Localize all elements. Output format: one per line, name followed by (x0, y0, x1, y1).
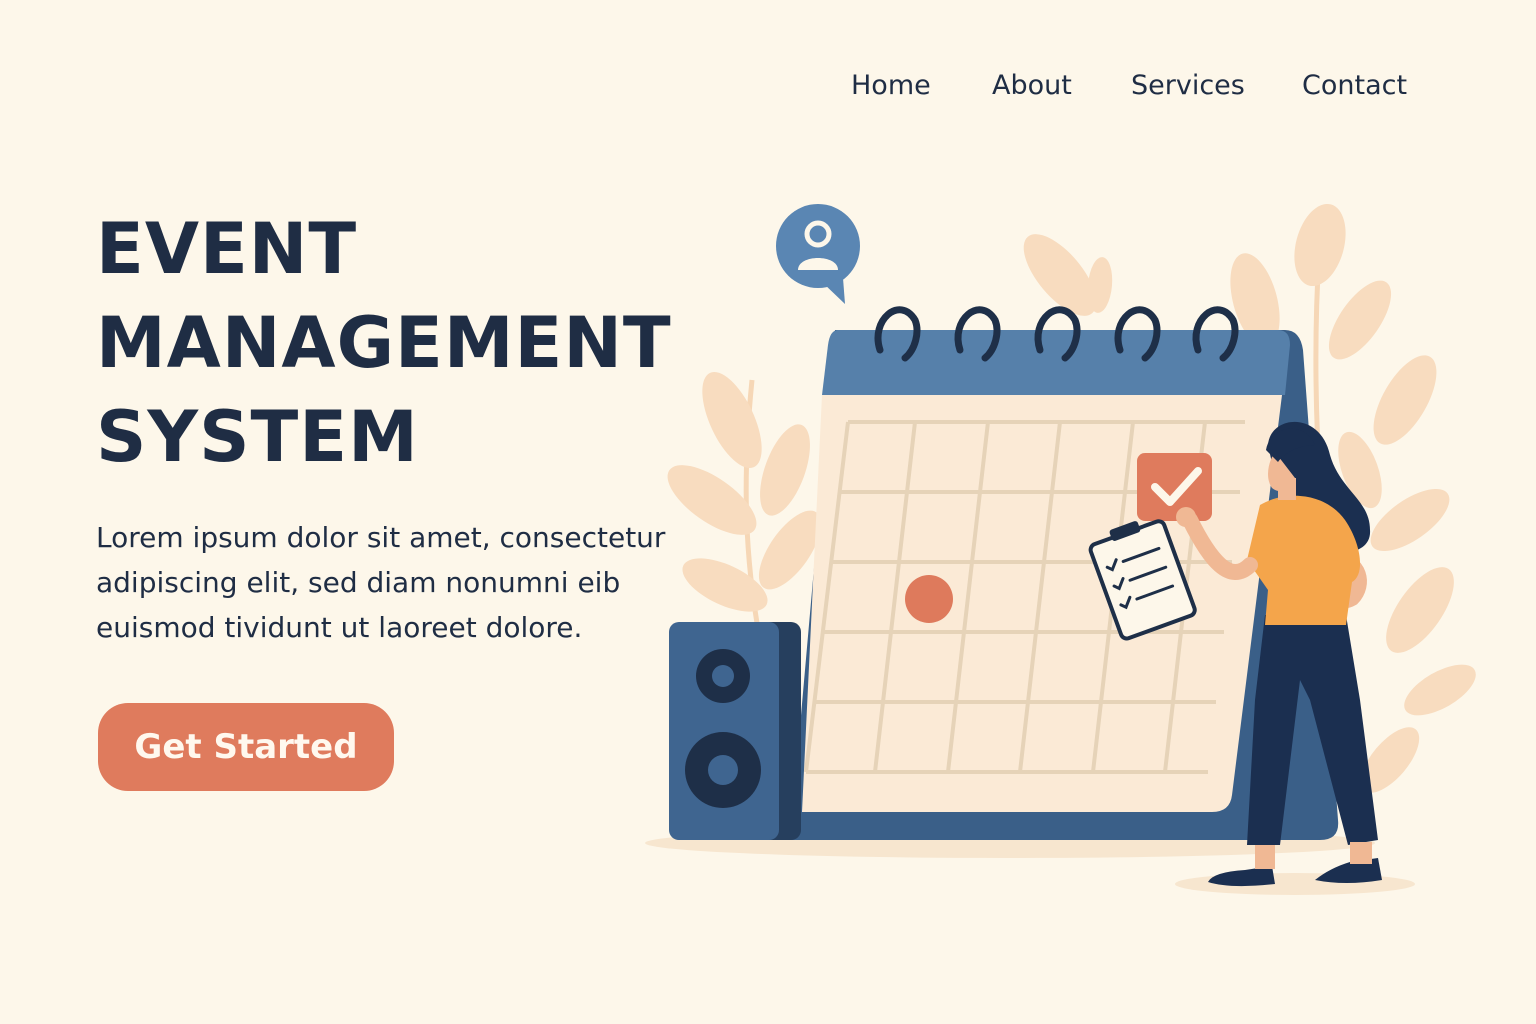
calendar-grid (804, 420, 1245, 774)
nav-services-link[interactable]: Services (1131, 66, 1245, 106)
background-leaves-decoration (667, 203, 1476, 793)
calendar-board (790, 330, 1339, 840)
top-navigation: Home About Services Contact (0, 66, 1536, 110)
get-started-button[interactable]: Get Started (98, 703, 394, 791)
event-calendar-illustration (645, 203, 1476, 895)
hero-title: EVENT MANAGEMENT SYSTEM (96, 202, 672, 484)
nav-about-link[interactable]: About (992, 66, 1072, 106)
hero-description: Lorem ipsum dolor sit amet, consectetur … (96, 521, 666, 644)
clipboard-checklist-icon (1088, 519, 1197, 641)
hero-title-line-1: EVENT (96, 208, 358, 290)
hero-title-line-3: SYSTEM (96, 396, 419, 478)
hero-title-line-2: MANAGEMENT (96, 302, 672, 384)
ground-shadow (645, 828, 1375, 858)
speaker-icon (669, 622, 801, 840)
nav-home-link[interactable]: Home (851, 66, 931, 106)
person-shadow (1175, 873, 1415, 895)
check-icon (1137, 453, 1212, 521)
nav-contact-link[interactable]: Contact (1302, 66, 1407, 106)
calendar-binder-rings (874, 306, 1239, 362)
event-marker-dot (905, 575, 953, 623)
user-chat-bubble-icon (776, 204, 860, 304)
person-figure (1176, 421, 1382, 887)
